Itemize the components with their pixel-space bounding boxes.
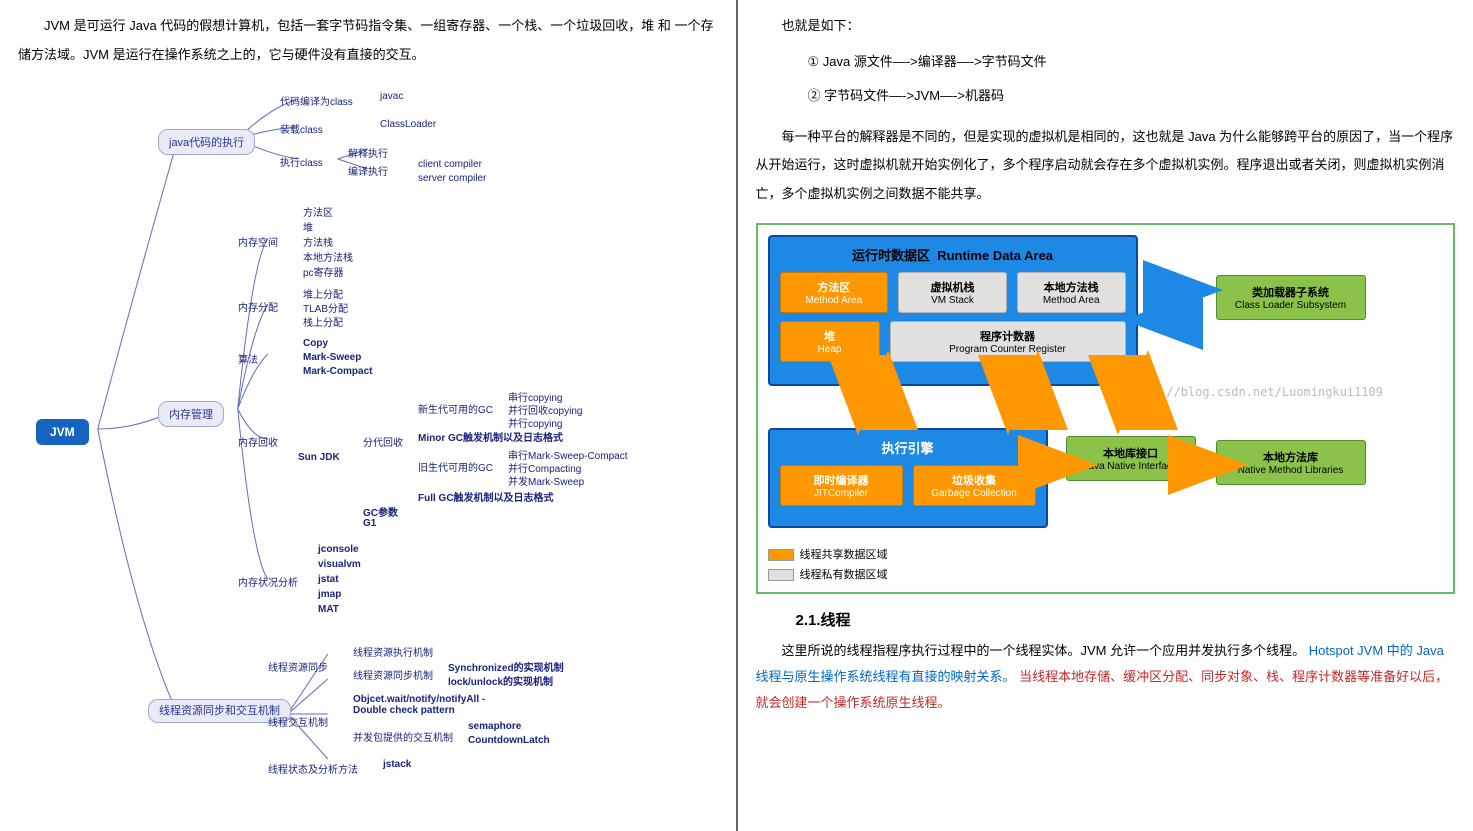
mm-leaf: jconsole <box>318 544 359 555</box>
mm-leaf: 分代回收 <box>363 434 403 449</box>
watermark: http://blog.csdn.net/Luomingkui1109 <box>1130 385 1383 399</box>
mm-leaf: semaphore <box>468 721 521 732</box>
mm-leaf: 线程资源同步机制 <box>353 667 433 682</box>
mm-leaf: GC参数 <box>363 504 398 519</box>
mm-leaf: Copy <box>303 338 328 349</box>
mm-leaf: 内存分配 <box>238 299 278 314</box>
thread-paragraph: 这里所说的线程指程序执行过程中的一个线程实体。JVM 允许一个应用并发执行多个线… <box>756 638 1456 716</box>
section-2-1-title: 2.1.线程 <box>796 609 1456 630</box>
mm-leaf: 旧生代可用的GC <box>418 459 493 474</box>
jit-cell: 即时编译器JITCompiler <box>780 465 903 506</box>
mm-leaf: 内存状况分析 <box>238 574 298 589</box>
mm-leaf: Full GC触发机制以及日志格式 <box>418 489 554 504</box>
legend-private: 线程私有数据区域 <box>800 569 888 581</box>
p0: 也就是如下： <box>756 12 1456 41</box>
mm-leaf: 解释执行 <box>348 145 388 160</box>
mm-leaf: 方法区 <box>303 204 333 219</box>
rt-title-en: Runtime Data Area <box>937 248 1053 263</box>
p1: ① Java 源文件—->编译器—->字节码文件 <box>782 49 1456 75</box>
mm-leaf: client compiler <box>418 159 482 170</box>
classloader-box: 类加载器子系统Class Loader Subsystem <box>1216 275 1366 320</box>
mm-leaf: 并发包提供的交互机制 <box>353 729 453 744</box>
mm-leaf: 方法栈 <box>303 234 333 249</box>
mm-leaf: jmap <box>318 589 341 600</box>
mm-leaf: 并发Mark-Sweep <box>508 473 584 488</box>
method-area-cell: 方法区Method Area <box>780 272 889 313</box>
legend: 线程共享数据区域 线程私有数据区域 <box>768 546 1196 582</box>
heap-cell: 堆Heap <box>780 321 880 362</box>
legend-shared: 线程共享数据区域 <box>800 549 888 561</box>
native-lib-box: 本地方法库Native Method Libraries <box>1216 440 1366 485</box>
mm-leaf: 线程交互机制 <box>268 714 328 729</box>
pc-register-cell: 程序计数器Program Counter Register <box>890 321 1126 362</box>
mm-leaf: server compiler <box>418 173 486 184</box>
mm-leaf: Synchronized的实现机制 <box>448 659 564 674</box>
p2: ② 字节码文件—->JVM—->机器码 <box>782 83 1456 109</box>
jvm-mindmap: JVM java代码的执行 代码编译为class javac 装载class C… <box>18 79 718 779</box>
mm-leaf: 本地方法栈 <box>303 249 353 264</box>
mm-leaf: 算法 <box>238 351 258 366</box>
mm-leaf: Mark-Sweep <box>303 352 361 363</box>
mm-leaf: 线程状态及分析方法 <box>268 761 358 776</box>
exec-title: 执行引擎 <box>780 438 1036 457</box>
native-method-stack-cell: 本地方法栈Method Area <box>1017 272 1126 313</box>
mm-leaf: CountdownLatch <box>468 735 550 746</box>
mm-leaf: Minor GC触发机制以及日志格式 <box>418 429 563 444</box>
left-page: JVM 是可运行 Java 代码的假想计算机，包括一套字节码指令集、一组寄存器、… <box>0 0 736 831</box>
two-page-layout: JVM 是可运行 Java 代码的假想计算机，包括一套字节码指令集、一组寄存器、… <box>0 0 1473 831</box>
jvm-architecture-diagram: 运行时数据区 Runtime Data Area 方法区Method Area … <box>756 223 1456 594</box>
mm-leaf: visualvm <box>318 559 361 570</box>
mm-leaf: G1 <box>363 518 376 529</box>
intro-paragraph: JVM 是可运行 Java 代码的假想计算机，包括一套字节码指令集、一组寄存器、… <box>18 12 718 69</box>
vm-stack-cell: 虚拟机栈VM Stack <box>898 272 1007 313</box>
mm-root: JVM <box>36 419 89 445</box>
mm-n2: 内存管理 <box>158 401 224 427</box>
mm-leaf: ClassLoader <box>380 119 436 130</box>
execution-engine-box: 执行引擎 即时编译器JITCompiler 垃圾收集Garbage Collec… <box>768 428 1048 528</box>
jni-box: 本地库接口Java Native Interface <box>1066 436 1196 481</box>
right-page: 也就是如下： ① Java 源文件—->编译器—->字节码文件 ② 字节码文件—… <box>738 0 1473 831</box>
mm-leaf: MAT <box>318 604 339 615</box>
mm-leaf: TLAB分配 <box>303 300 348 315</box>
mm-leaf: Mark-Compact <box>303 366 372 377</box>
rt-title-cn: 运行时数据区 <box>852 248 930 263</box>
mm-leaf: 并行copying <box>508 415 562 430</box>
mm-leaf: 栈上分配 <box>303 314 343 329</box>
mm-leaf: Objcet.wait/notify/notifyAll - Double ch… <box>353 694 513 716</box>
mm-leaf: 编译执行 <box>348 163 388 178</box>
gc-cell: 垃圾收集Garbage Collection <box>913 465 1036 506</box>
mm-leaf: 执行class <box>280 154 323 169</box>
mm-leaf: jstack <box>383 759 411 770</box>
mm-leaf: 代码编译为class <box>280 93 353 108</box>
mm-leaf: 线程资源同步 <box>268 659 328 674</box>
mm-leaf: pc寄存器 <box>303 264 344 279</box>
mm-leaf: 内存回收 <box>238 434 278 449</box>
runtime-data-area-box: 运行时数据区 Runtime Data Area 方法区Method Area … <box>768 235 1138 386</box>
mm-leaf: 堆 <box>303 219 313 234</box>
mm-leaf: javac <box>380 91 403 102</box>
mm-leaf: 堆上分配 <box>303 286 343 301</box>
mm-leaf: 内存空间 <box>238 234 278 249</box>
mm-leaf: lock/unlock的实现机制 <box>448 673 553 688</box>
mm-leaf: Sun JDK <box>298 452 340 463</box>
p3: 每一种平台的解释器是不同的，但是实现的虚拟机是相同的，这也就是 Java 为什么… <box>756 123 1456 209</box>
mm-leaf: jstat <box>318 574 339 585</box>
mm-n1: java代码的执行 <box>158 129 255 155</box>
mm-leaf: 装载class <box>280 121 323 136</box>
mm-leaf: 新生代可用的GC <box>418 401 493 416</box>
mm-leaf: 线程资源执行机制 <box>353 644 433 659</box>
